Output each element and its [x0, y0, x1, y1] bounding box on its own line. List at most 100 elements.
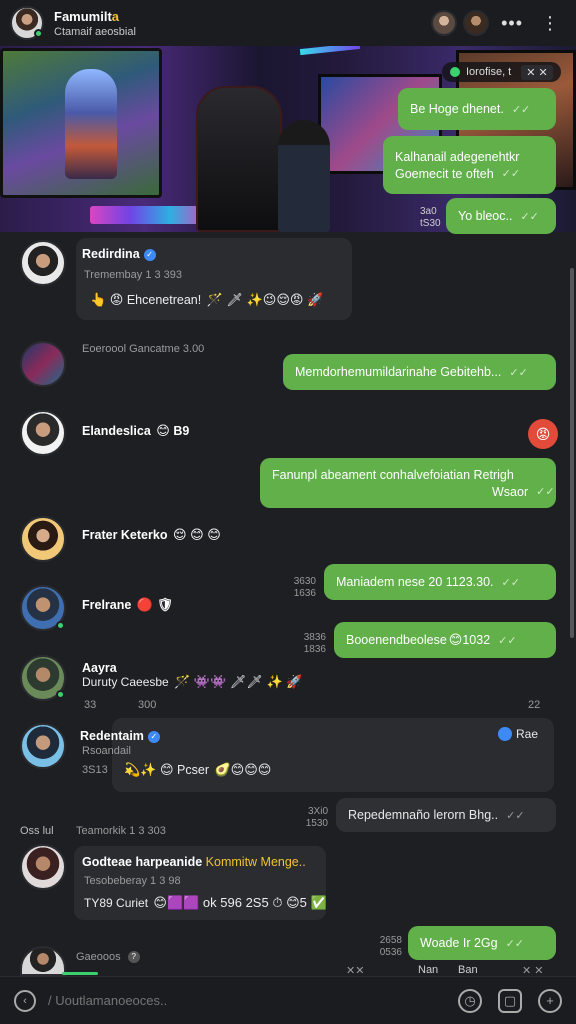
add-icon[interactable]: +: [538, 988, 562, 1013]
message-input[interactable]: [48, 993, 442, 1008]
status-dot-icon: [450, 67, 460, 77]
more-options-icon[interactable]: •••: [495, 13, 529, 34]
sender-name: Godteae harpeanide Kommitw Menge..: [82, 855, 306, 869]
close-icon[interactable]: ✕ ✕: [521, 64, 553, 80]
message-text: Wsaor: [492, 484, 529, 499]
message-text: Nan: [418, 964, 439, 976]
message-timestamp: 22: [528, 699, 541, 711]
image-overlay-chip[interactable]: Iorofise, t ✕ ✕: [442, 62, 561, 82]
profile-avatar[interactable]: [10, 6, 44, 40]
user-avatar[interactable]: [20, 240, 66, 286]
person-silhouette: [278, 120, 330, 232]
game-character: [65, 69, 117, 179]
sent-message[interactable]: Maniadem nese 20 1123.30. ✓✓: [324, 564, 556, 600]
kebab-menu-icon[interactable]: ⋮: [535, 13, 566, 34]
message-timestamp: 2658 0536: [379, 935, 402, 958]
emoji-picker-icon[interactable]: ‹: [14, 989, 36, 1012]
sent-message[interactable]: Fanunpl abeament conhalvefoiatian Retrig…: [260, 458, 556, 508]
emoji-icon: 🪄 🗡 ✨😉😌😡 🚀: [206, 292, 324, 307]
sender-name: Gaeooos ?: [76, 951, 140, 964]
reaction-icon: [498, 727, 512, 741]
message-text: Be Hoge dhenet.: [410, 102, 504, 116]
read-receipt-icon: ✓✓: [501, 168, 521, 180]
sender-name: Elandeslica 😊 B9: [82, 423, 190, 438]
message-text: Woade Ir 2Gg: [420, 936, 498, 950]
chat-title-group[interactable]: Famumilta Ctamaif aeosbial: [54, 9, 136, 38]
sender-name: Frater Keterko 😌 😊 😊: [82, 527, 221, 542]
section-label: Oss lul: [20, 825, 54, 837]
message-text: Fanunpl abeament conhalvefoiatian Retrig…: [272, 467, 514, 482]
gaming-chair: [196, 86, 282, 232]
sender-name: Frelrane 🔴 🛡: [82, 597, 174, 612]
online-indicator: [56, 690, 65, 699]
message-timestamp: Tremembay 1 3 393: [84, 269, 183, 281]
clock-icon[interactable]: ◷: [458, 988, 482, 1013]
user-avatar[interactable]: [20, 341, 66, 387]
user-avatar[interactable]: [20, 946, 66, 976]
verified-badge-icon: ✓: [147, 730, 160, 743]
sent-message[interactable]: Memdorhemumildarinahe Gebitehb... ✓✓: [283, 354, 556, 390]
online-indicator: [56, 621, 65, 630]
emoji-icon: 🥑😊😊😊: [214, 762, 272, 777]
sender-name: Redentaim ✓: [80, 729, 160, 743]
message-text: Booenendbeolese: [346, 633, 447, 647]
message-text: Kalhanail adegenehtkr: [395, 149, 520, 164]
emoji-icon: 💫✨ 😊: [124, 762, 174, 777]
message-subtitle: Rsoandail: [82, 745, 131, 757]
verified-badge-icon: ✓: [143, 248, 156, 261]
message-text: Goemecit te ofteh: [395, 166, 494, 181]
message-timestamp: 3836 1836: [303, 632, 326, 655]
user-avatar[interactable]: [20, 516, 66, 562]
camera-icon[interactable]: ▢: [498, 988, 522, 1013]
sent-message[interactable]: Yo bleoc.. ✓✓: [446, 198, 556, 234]
chip-label: Iorofise, t: [466, 66, 512, 78]
left-monitor: [0, 48, 162, 198]
sent-message[interactable]: Booenendbeolese 😊 1032 ✓✓: [334, 622, 556, 658]
received-message[interactable]: Repedemnaño lerorn Bhg.. ✓✓: [336, 798, 556, 832]
message-text: Repedemnaño lerorn Bhg..: [348, 808, 499, 822]
reaction-icon[interactable]: 😡: [528, 419, 558, 449]
typing-indicator: [62, 972, 98, 975]
read-receipt-icon: ✓✓: [506, 809, 525, 822]
message-text: 💫✨ 😊 Pcser 🥑😊😊😊: [124, 762, 272, 777]
sender-name: Aayra: [82, 661, 117, 675]
message-text: Maniadem nese 20 1123.30.: [336, 575, 494, 589]
chat-title: Famumilta: [54, 8, 120, 24]
received-message-card[interactable]: [112, 718, 554, 792]
user-avatar[interactable]: [20, 844, 66, 890]
message-text: Memdorhemumildarinahe Gebitehb...: [295, 365, 502, 379]
member-avatar[interactable]: [431, 10, 458, 36]
led-strip: [299, 46, 361, 56]
message-timestamp: 3S13: [82, 764, 108, 776]
read-receipt-icon: ✓✓: [501, 576, 520, 589]
sent-message[interactable]: Woade Ir 2Gg ✓✓: [408, 926, 556, 960]
info-badge-icon: ?: [127, 951, 140, 964]
scrollbar[interactable]: [570, 268, 574, 638]
emoji-icon: 😊: [448, 632, 463, 647]
read-receipt-icon: ✓✓: [509, 366, 528, 379]
emoji-icon: 😊🟪🟪 ok 596 2S5 ⏱ 😊5 ✅: [153, 895, 327, 910]
message-timestamp: Teamorkik 1 3 303: [76, 825, 166, 837]
message-timestamp: Eoeroool Gancatme 3.00: [82, 343, 205, 355]
read-receipt-icon: ✓✓: [511, 103, 531, 116]
user-avatar[interactable]: [20, 723, 66, 769]
top-bar: Famumilta Ctamaif aeosbial ••• ⋮: [0, 0, 576, 46]
member-avatar[interactable]: [463, 10, 490, 36]
emoji-icon: 😊: [156, 423, 170, 438]
sent-message[interactable]: Be Hoge dhenet. ✓✓: [398, 88, 556, 130]
emoji-icon: 🪄 👾👾 🗡🗡 ✨ 🚀: [174, 674, 303, 689]
chat-subtitle: Ctamaif aeosbial: [54, 25, 136, 38]
sender-name: Redirdina ✓: [82, 247, 156, 261]
rgb-keyboard: [90, 206, 210, 224]
sent-message[interactable]: Kalhanail adegenehtkr Goemecit te ofteh ✓…: [383, 136, 556, 194]
message-timestamp: 3630 1636: [293, 576, 316, 599]
reaction-chip[interactable]: Rae: [498, 727, 538, 741]
message-timestamp: 3Xi0 1530: [305, 806, 328, 829]
message-text: Ban: [458, 964, 478, 976]
read-receipt-icon: ✓✓: [498, 634, 517, 647]
user-avatar[interactable]: [20, 410, 66, 456]
emoji-icon: 🔴 🛡: [136, 597, 174, 612]
message-text: Duruty Caeesbe 🪄 👾👾 🗡🗡 ✨ 🚀: [82, 674, 303, 689]
message-timestamp: Tesobeberay 1 3 98: [84, 875, 181, 887]
message-timestamp: 300: [138, 699, 157, 711]
